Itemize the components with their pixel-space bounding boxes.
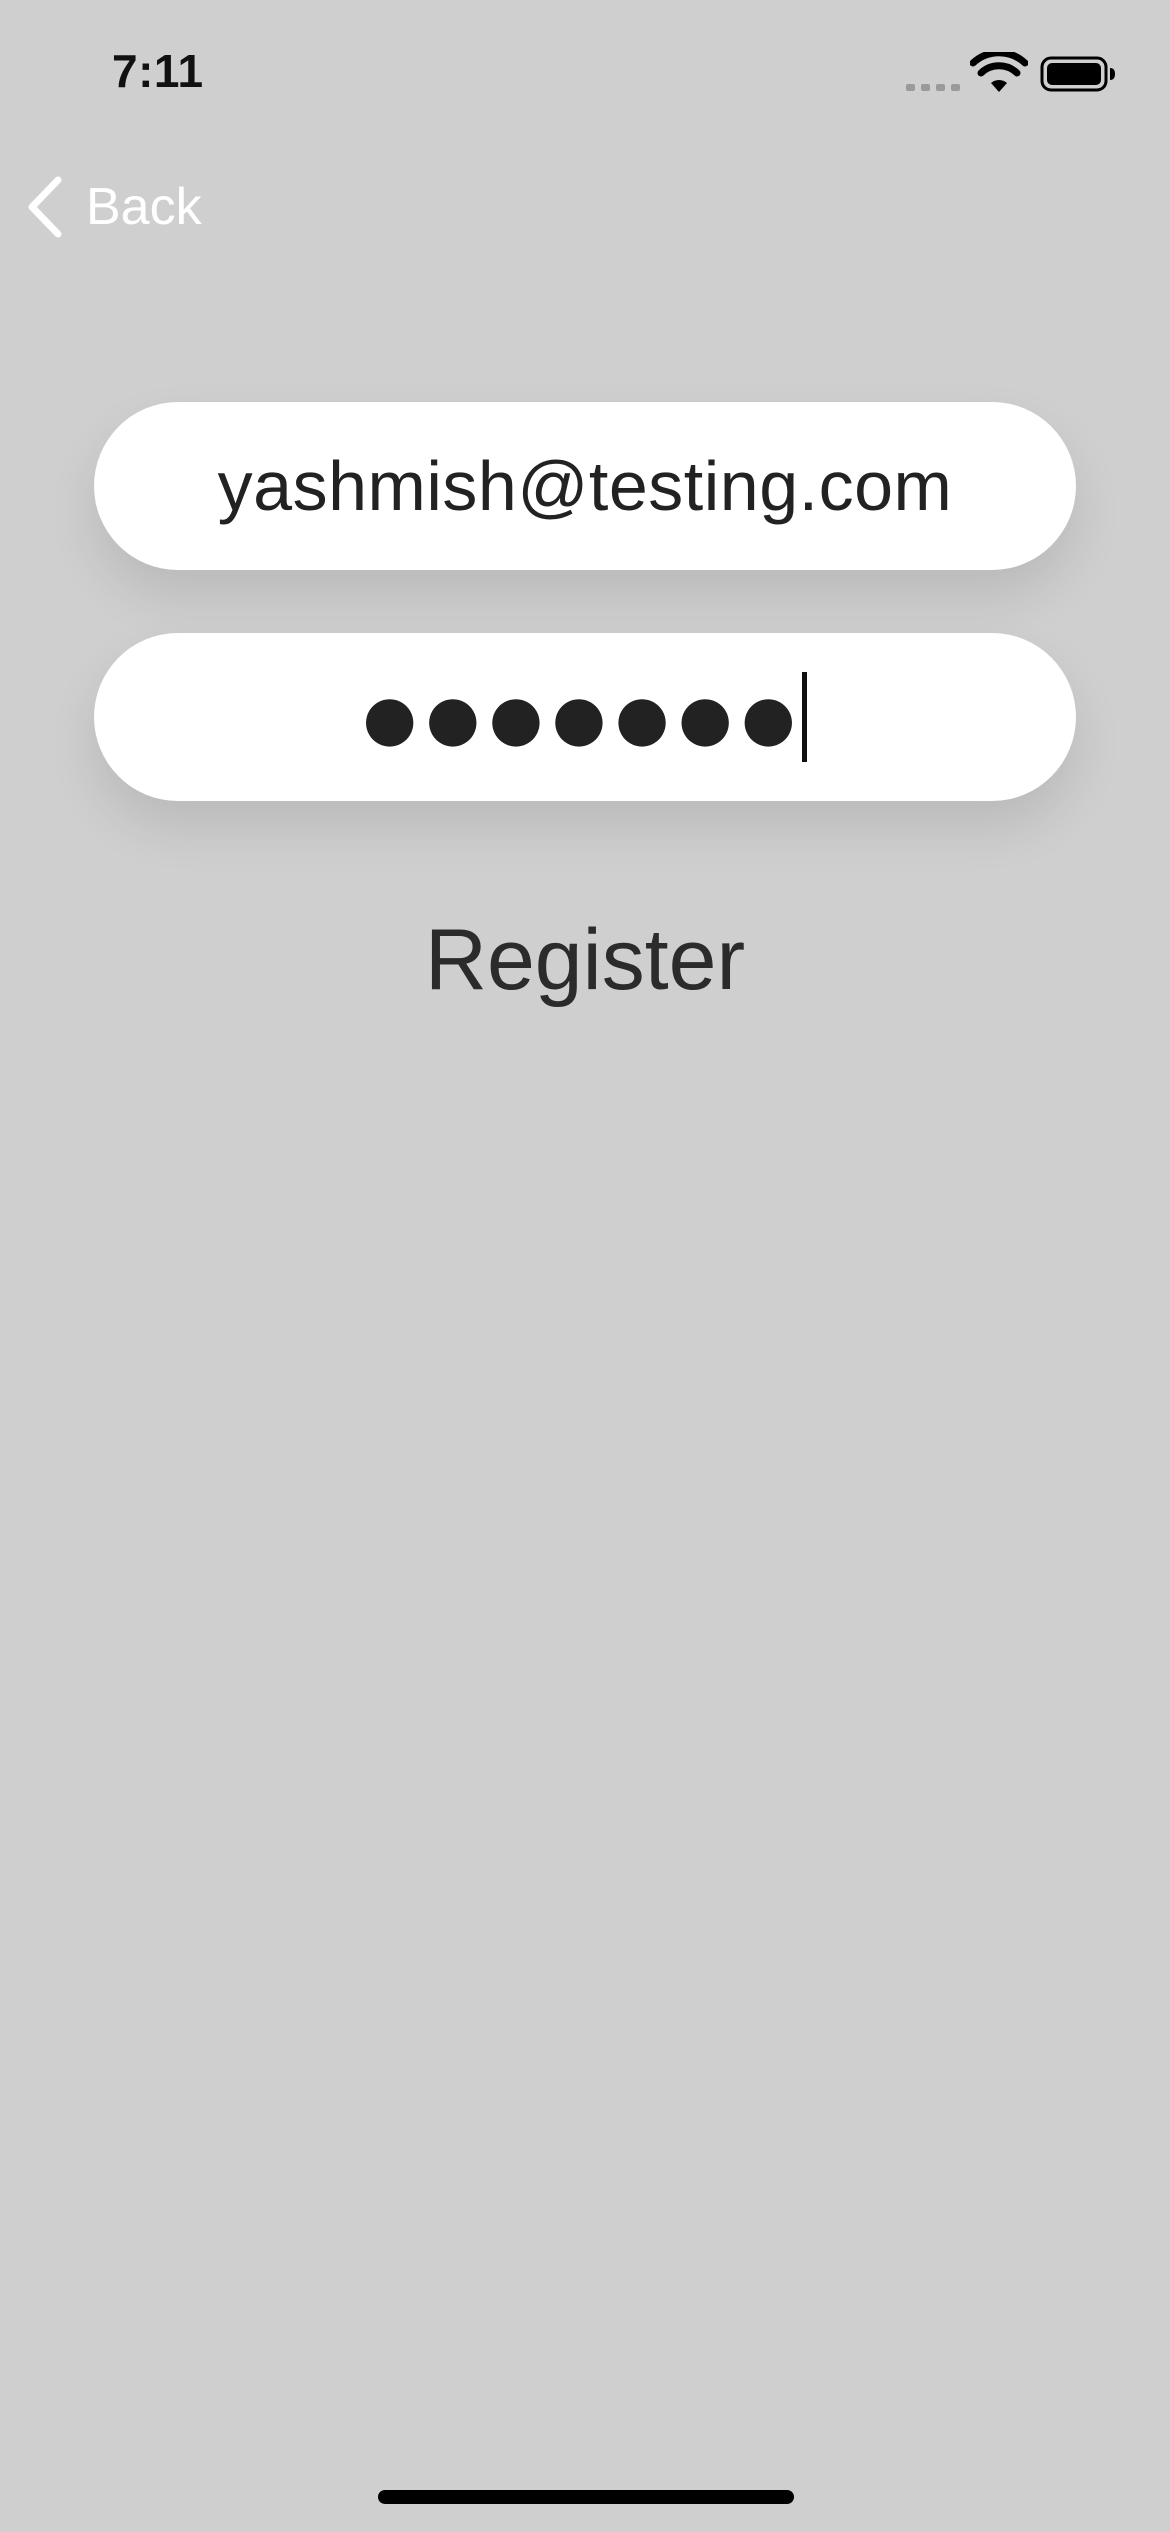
signal-icon bbox=[906, 84, 960, 91]
chevron-left-icon bbox=[28, 176, 62, 238]
register-button[interactable]: Register bbox=[0, 905, 1170, 1015]
text-cursor bbox=[802, 672, 808, 762]
back-label: Back bbox=[86, 178, 202, 236]
password-dots: ●●●●●●● bbox=[362, 680, 805, 754]
status-time: 7:11 bbox=[112, 45, 204, 97]
wifi-icon bbox=[970, 52, 1028, 92]
home-indicator[interactable] bbox=[378, 2490, 794, 2504]
back-button[interactable]: Back bbox=[24, 172, 202, 242]
battery-icon bbox=[1040, 56, 1115, 92]
register-label: Register bbox=[424, 911, 746, 1008]
email-value: yashmish@testing.com bbox=[217, 447, 953, 525]
password-field[interactable]: ●●●●●●● bbox=[94, 633, 1076, 801]
email-field[interactable]: yashmish@testing.com bbox=[94, 402, 1076, 570]
status-bar: 7:11 bbox=[0, 0, 1170, 140]
password-value: ●●●●●●● bbox=[363, 633, 808, 801]
